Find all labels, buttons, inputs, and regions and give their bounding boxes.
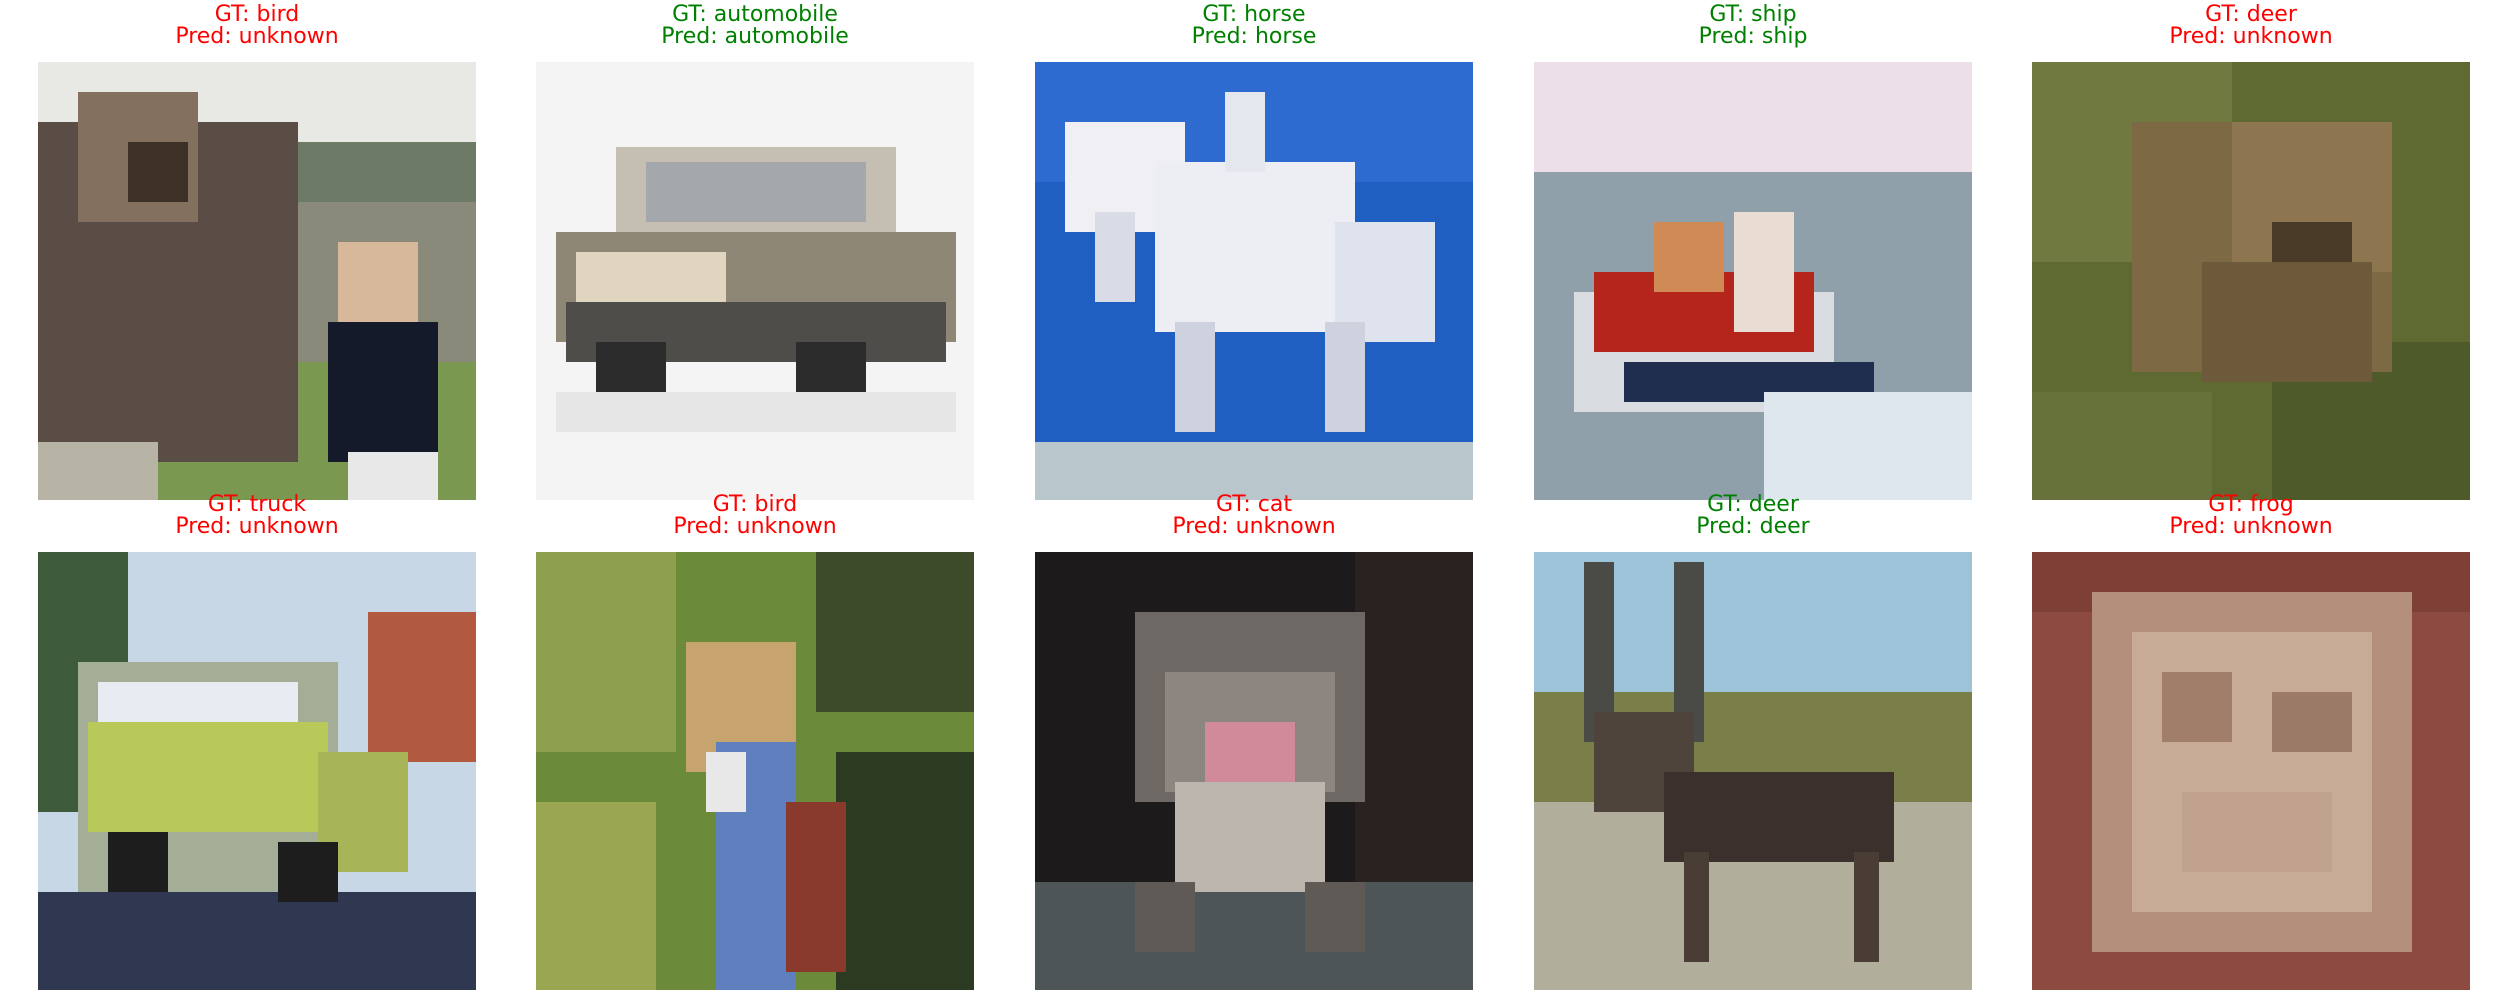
ground-truth-label: GT: deer — [1707, 492, 1799, 517]
sample-title: GT: bird Pred: unknown — [536, 494, 974, 538]
sample-title: GT: cat Pred: unknown — [1035, 494, 1473, 538]
ground-truth-label: GT: ship — [1709, 2, 1797, 27]
child-with-leaves-thumbnail — [536, 552, 974, 990]
ground-truth-label: GT: horse — [1202, 2, 1306, 27]
ground-truth-label: GT: bird — [214, 2, 300, 27]
deer-in-grass-thumbnail — [2032, 62, 2470, 500]
sample-title: GT: deer Pred: deer — [1534, 494, 1972, 538]
ground-truth-label: GT: bird — [712, 492, 798, 517]
sample-title: GT: horse Pred: horse — [1035, 4, 1473, 48]
ground-truth-label: GT: cat — [1216, 492, 1292, 517]
sample-title: GT: frog Pred: unknown — [2032, 494, 2470, 538]
prediction-label: Pred: unknown — [2169, 24, 2333, 49]
prediction-label: Pred: automobile — [661, 24, 849, 49]
cat-thumbnail — [1035, 552, 1473, 990]
sample-title: GT: bird Pred: unknown — [38, 4, 476, 48]
prediction-label: Pred: unknown — [175, 514, 339, 539]
ground-truth-label: GT: automobile — [672, 2, 838, 27]
ground-truth-label: GT: deer — [2205, 2, 2297, 27]
frog-thumbnail — [2032, 552, 2470, 990]
prediction-label: Pred: horse — [1191, 24, 1317, 49]
sample-title: GT: truck Pred: unknown — [38, 494, 476, 538]
prediction-label: Pred: unknown — [673, 514, 837, 539]
sample-title: GT: ship Pred: ship — [1534, 4, 1972, 48]
prediction-label: Pred: unknown — [1172, 514, 1336, 539]
sample-title: GT: deer Pred: unknown — [2032, 4, 2470, 48]
prediction-label: Pred: ship — [1698, 24, 1808, 49]
car-thumbnail — [536, 62, 974, 500]
ground-truth-label: GT: truck — [207, 492, 307, 517]
prediction-label: Pred: deer — [1696, 514, 1810, 539]
sample-title: GT: automobile Pred: automobile — [536, 4, 974, 48]
bird-and-person-thumbnail — [38, 62, 476, 500]
reindeer-thumbnail — [1534, 552, 1972, 990]
fire-truck-thumbnail — [38, 552, 476, 990]
white-horse-thumbnail — [1035, 62, 1473, 500]
prediction-label: Pred: unknown — [2169, 514, 2333, 539]
ground-truth-label: GT: frog — [2208, 492, 2294, 517]
ship-thumbnail — [1534, 62, 1972, 500]
prediction-label: Pred: unknown — [175, 24, 339, 49]
